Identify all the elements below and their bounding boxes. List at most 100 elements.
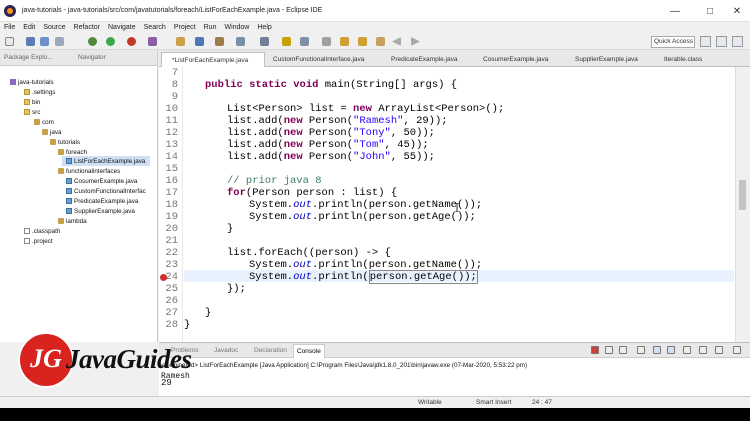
forward-arrow-icon[interactable]: [411, 37, 420, 46]
status-writable: Writable: [418, 399, 442, 406]
word-wrap-icon[interactable]: [667, 346, 675, 354]
folder-icon: [24, 99, 30, 105]
pin-icon[interactable]: [260, 37, 269, 46]
new-package-icon[interactable]: [176, 37, 185, 46]
prev-annotation-icon[interactable]: [358, 37, 367, 46]
debug-icon[interactable]: [88, 37, 97, 46]
stop-icon[interactable]: [591, 346, 599, 354]
tree-item-java-tutorials[interactable]: java-tutorials: [10, 79, 54, 86]
menu-file[interactable]: File: [4, 24, 15, 31]
tree-item-customfunctionalinterface[interactable]: CustomFunctionalInterfac: [66, 188, 146, 195]
tree-item-settings[interactable]: .settings: [24, 89, 55, 96]
next-annotation-icon[interactable]: [340, 37, 349, 46]
tree-item-classpath[interactable]: .classpath: [24, 228, 60, 235]
folder-icon: [24, 109, 30, 115]
tree-item-tutorials[interactable]: tutorials: [50, 139, 80, 146]
search-icon[interactable]: [236, 37, 245, 46]
remove-launch-icon[interactable]: [605, 346, 613, 354]
tab-iterable-class[interactable]: Iterable.class: [664, 52, 702, 67]
minimize-panel-icon[interactable]: [733, 346, 741, 354]
maximize-button[interactable]: □: [695, 0, 725, 22]
tab-console[interactable]: Console: [293, 344, 325, 358]
tree-item-functionalinterfaces[interactable]: functionalinterfaces: [58, 168, 120, 175]
tab-package-explorer[interactable]: Package Explo...: [4, 54, 53, 61]
save-icon[interactable]: [26, 37, 35, 46]
status-cursor-position: 24 : 47: [532, 399, 552, 406]
menu-window[interactable]: Window: [224, 24, 249, 31]
open-console-icon[interactable]: [715, 346, 723, 354]
mark-occurrences-icon[interactable]: [282, 37, 291, 46]
back-arrow-icon[interactable]: [392, 37, 401, 46]
new-icon[interactable]: [5, 37, 14, 46]
pin-console-icon[interactable]: [683, 346, 691, 354]
tab-javadoc[interactable]: Javadoc: [214, 347, 238, 354]
tree-item-java[interactable]: java: [42, 129, 62, 136]
line-number: 23: [165, 259, 178, 271]
error-marker-icon[interactable]: [160, 274, 167, 281]
run-icon[interactable]: [106, 37, 115, 46]
menu-search[interactable]: Search: [144, 24, 166, 31]
tab-predicateexample[interactable]: PredicateExample.java: [391, 52, 457, 67]
tree-label: .classpath: [32, 228, 61, 235]
package-icon: [50, 139, 56, 145]
tab-cosumerexample[interactable]: CosumerExample.java: [483, 52, 548, 67]
package-icon: [34, 119, 40, 125]
menu-project[interactable]: Project: [174, 24, 196, 31]
java-perspective-icon[interactable]: [716, 36, 727, 47]
minimize-button[interactable]: —: [660, 0, 690, 22]
code-line-16-comment: // prior java 8: [227, 175, 322, 187]
tab-declaration[interactable]: Declaration: [254, 347, 287, 354]
package-icon: [58, 149, 64, 155]
menu-source[interactable]: Source: [43, 24, 65, 31]
tree-item-listforeachexample[interactable]: ListForEachExample.java: [66, 158, 145, 165]
eclipse-window: java-tutorials - java-tutorials/src/com/…: [0, 0, 750, 421]
tree-item-supplierexample[interactable]: SupplierExample.java: [66, 208, 135, 215]
tree-item-lambda[interactable]: lambda: [58, 218, 87, 225]
scroll-lock-icon[interactable]: [653, 346, 661, 354]
remove-all-icon[interactable]: [619, 346, 627, 354]
coverage-icon[interactable]: [127, 37, 136, 46]
scrollbar-thumb[interactable]: [739, 180, 746, 210]
open-type-icon[interactable]: [215, 37, 224, 46]
clear-console-icon[interactable]: [637, 346, 645, 354]
code-token: .println(: [312, 271, 369, 283]
block-selection-icon[interactable]: [300, 37, 309, 46]
tree-item-project[interactable]: .project: [24, 238, 53, 245]
code-line-28: }: [184, 319, 191, 331]
external-tools-icon[interactable]: [148, 37, 157, 46]
code-token: out: [293, 271, 313, 283]
tree-item-predicateexample[interactable]: PredicateExample.java: [66, 198, 138, 205]
show-whitespace-icon[interactable]: [322, 37, 331, 46]
line-number: 28: [165, 319, 178, 331]
tree-item-cosumerexample[interactable]: CosumerExample.java: [66, 178, 137, 185]
tab-navigator[interactable]: Navigator: [78, 54, 106, 61]
line-number: 10: [165, 103, 178, 115]
code-line-17: for(Person person : list) {: [227, 187, 397, 199]
debug-perspective-icon[interactable]: [732, 36, 743, 47]
tab-customfunctionalinterface[interactable]: CustomFunctionalInterface.java: [271, 52, 364, 67]
last-edit-icon[interactable]: [376, 37, 385, 46]
code-line-13: list.add(new Person("Tom", 45));: [227, 139, 429, 151]
tab-listforeachexample[interactable]: *ListForEachExample.java: [161, 52, 265, 67]
save-all-icon[interactable]: [40, 37, 49, 46]
display-console-icon[interactable]: [699, 346, 707, 354]
tree-item-bin[interactable]: bin: [24, 99, 40, 106]
menu-refactor[interactable]: Refactor: [74, 24, 100, 31]
menu-run[interactable]: Run: [204, 24, 217, 31]
new-class-icon[interactable]: [195, 37, 204, 46]
tab-supplierexample[interactable]: SupplierExample.java: [575, 52, 638, 67]
menu-help[interactable]: Help: [257, 24, 271, 31]
print-icon[interactable]: [55, 37, 64, 46]
code-line-10: List<Person> list = new ArrayList<Person…: [227, 103, 504, 115]
tree-item-src[interactable]: src: [24, 109, 40, 116]
close-button[interactable]: ✕: [722, 0, 750, 22]
perspective-icon[interactable]: [700, 36, 711, 47]
menu-edit[interactable]: Edit: [23, 24, 35, 31]
tree-item-foreach[interactable]: foreach: [58, 149, 87, 156]
code-line-11: list.add(new Person("Ramesh", 29));: [227, 115, 448, 127]
menu-navigate[interactable]: Navigate: [108, 24, 136, 31]
tree-item-com[interactable]: com: [34, 119, 54, 126]
console-output-line: 29: [161, 378, 172, 388]
logo-wordmark: JavaGuides: [66, 344, 192, 374]
quick-access-input[interactable]: Quick Access: [651, 36, 695, 48]
